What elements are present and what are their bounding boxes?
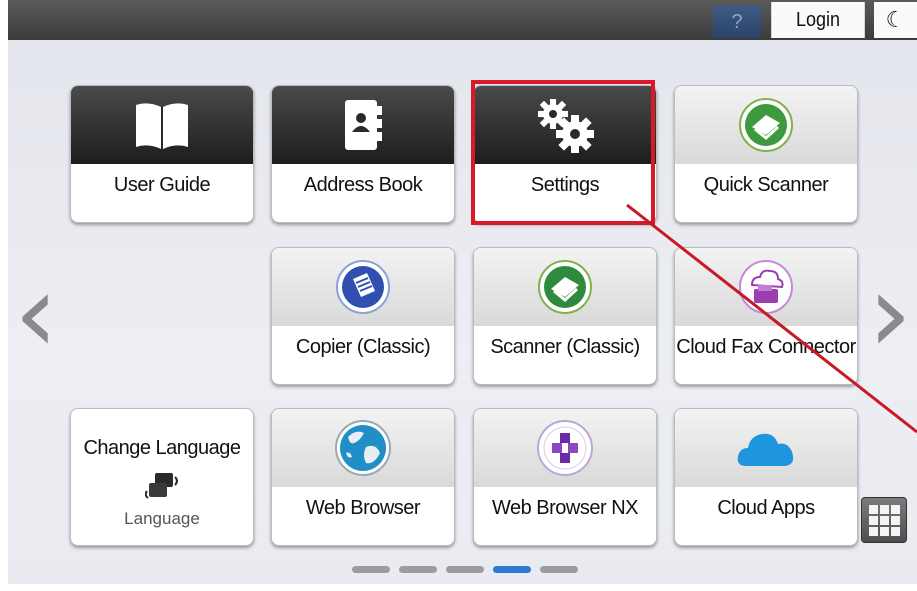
- grid-cell: [890, 504, 900, 514]
- grid-cell: [879, 515, 889, 525]
- previous-page-arrow[interactable]: ‹: [14, 258, 58, 368]
- grid-cell: [879, 526, 889, 536]
- page-dot[interactable]: [352, 566, 390, 573]
- grid-cell: [868, 515, 878, 525]
- page-dot[interactable]: [399, 566, 437, 573]
- grid-cell: [879, 504, 889, 514]
- grid-cell: [868, 504, 878, 514]
- page-dot[interactable]: [446, 566, 484, 573]
- page-dot[interactable]: [493, 566, 531, 573]
- grid-cell: [868, 526, 878, 536]
- next-page-arrow[interactable]: ›: [868, 258, 912, 368]
- grid-cell: [890, 515, 900, 525]
- app-list-button[interactable]: [861, 497, 907, 543]
- page-indicator: [352, 566, 578, 573]
- page-dot[interactable]: [540, 566, 578, 573]
- grid-cell: [890, 526, 900, 536]
- pointer-line: [626, 203, 917, 434]
